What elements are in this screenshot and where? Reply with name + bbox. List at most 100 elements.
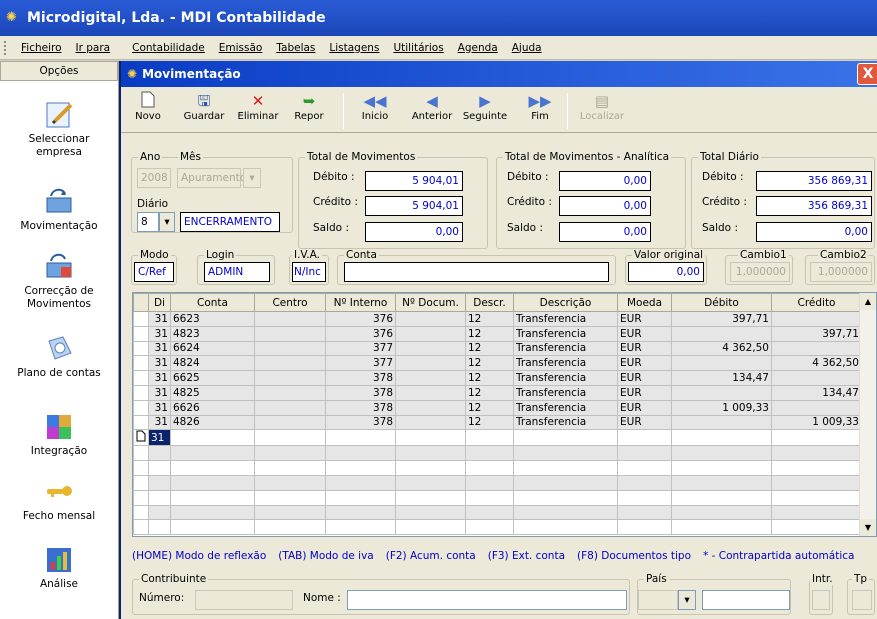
cell-descr[interactable]: 12 — [465, 384, 514, 401]
grid-cell[interactable] — [170, 429, 255, 447]
col-header-centro[interactable]: Centro — [254, 293, 326, 312]
pais-select[interactable] — [638, 590, 678, 610]
cell-moeda[interactable]: EUR — [617, 414, 672, 431]
grid-cell[interactable] — [617, 429, 672, 447]
cell-moeda[interactable]: EUR — [617, 399, 672, 416]
grid-cell[interactable] — [148, 474, 171, 491]
diario-dropdown-icon[interactable]: ▾ — [159, 212, 175, 232]
cell-n-docum[interactable] — [395, 414, 466, 431]
grid-cell[interactable] — [465, 460, 514, 476]
last-button[interactable]: ▶▶ Fim — [523, 91, 557, 122]
grid-cell[interactable] — [465, 504, 514, 521]
cell-n-interno[interactable]: 378 — [325, 414, 396, 431]
empty-row[interactable] — [133, 489, 862, 506]
grid-cell[interactable] — [513, 445, 618, 462]
grid-cell[interactable] — [395, 519, 466, 536]
cell-descricao[interactable]: Transferencia — [513, 311, 618, 327]
close-icon[interactable]: X — [857, 63, 877, 85]
iva-field[interactable]: N/Inc — [292, 262, 326, 282]
table-row[interactable]: 31 6623 376 12 Transferencia EUR 397,71 — [133, 311, 862, 327]
grid-cell[interactable] — [671, 489, 772, 506]
tp-field[interactable] — [852, 590, 872, 610]
table-row[interactable]: 31 4823 376 12 Transferencia EUR 397,71 — [133, 325, 862, 342]
grid-cell[interactable] — [170, 489, 255, 506]
col-header-descr[interactable]: Descr. — [465, 293, 514, 312]
nome-field[interactable] — [347, 590, 627, 610]
cell-descr[interactable]: 12 — [465, 399, 514, 416]
grid-cell[interactable] — [617, 489, 672, 506]
next-button[interactable]: ▶ Seguinte — [459, 91, 511, 122]
cell-credito[interactable] — [771, 311, 862, 327]
table-row[interactable]: 31 6625 378 12 Transferencia EUR 134,47 — [133, 370, 862, 386]
cell-descr[interactable]: 12 — [465, 370, 514, 386]
previous-button[interactable]: ◀ Anterior — [407, 91, 457, 122]
table-row[interactable]: 31 6626 378 12 Transferencia EUR 1 009,33 — [133, 399, 862, 416]
find-button[interactable]: ▤ Localizar — [577, 91, 627, 122]
grid-cell[interactable] — [148, 489, 171, 506]
cell-descricao[interactable]: Transferencia — [513, 414, 618, 431]
cell-conta[interactable]: 4823 — [170, 325, 255, 342]
grid-cell[interactable] — [465, 445, 514, 462]
cell-n-docum[interactable] — [395, 384, 466, 401]
scroll-down-icon[interactable]: ▼ — [860, 519, 876, 536]
grid-cell[interactable] — [513, 504, 618, 521]
pais-dropdown-icon[interactable]: ▾ — [678, 590, 696, 610]
cell-di[interactable]: 31 — [148, 414, 171, 431]
cell-di[interactable]: 31 — [148, 399, 171, 416]
sidebar-item-movimentacao[interactable]: Movimentação — [0, 186, 118, 232]
grid-cell[interactable] — [617, 504, 672, 521]
cell-di[interactable]: 31 — [148, 325, 171, 342]
cell-descr[interactable]: 12 — [465, 311, 514, 327]
cell-moeda[interactable]: EUR — [617, 325, 672, 342]
empty-row[interactable] — [133, 504, 862, 521]
cell-conta[interactable]: 4826 — [170, 414, 255, 431]
grid-cell[interactable] — [395, 474, 466, 491]
grid-cell[interactable] — [771, 519, 862, 536]
grid-cell[interactable] — [771, 460, 862, 476]
cell-descricao[interactable]: Transferencia — [513, 355, 618, 372]
grid-cell[interactable] — [254, 504, 326, 521]
menu-ficheiro[interactable]: Ficheiro — [14, 42, 69, 54]
cell-credito[interactable]: 4 362,50 — [771, 355, 862, 372]
grid-cell[interactable] — [325, 445, 396, 462]
menu-listagens[interactable]: Listagens — [322, 42, 386, 54]
grid-cell[interactable] — [254, 460, 326, 476]
cell-n-docum[interactable] — [395, 355, 466, 372]
cell-conta[interactable]: 6623 — [170, 311, 255, 327]
grid-cell[interactable] — [325, 504, 396, 521]
cell-debito[interactable]: 4 362,50 — [671, 340, 772, 357]
cell-conta[interactable]: 6624 — [170, 340, 255, 357]
grid-cell[interactable] — [671, 429, 772, 447]
grid-scrollbar[interactable]: ▲ ▼ — [859, 293, 876, 536]
grid-cell[interactable] — [513, 429, 618, 447]
menu-ir-para[interactable]: Ir para — [69, 42, 118, 54]
grid-cell[interactable] — [617, 474, 672, 491]
cell-n-interno[interactable]: 377 — [325, 340, 396, 357]
cell-n-docum[interactable] — [395, 370, 466, 386]
col-header-n-docum[interactable]: Nº Docum. — [395, 293, 466, 312]
table-row[interactable]: 31 4824 377 12 Transferencia EUR 4 362,50 — [133, 355, 862, 372]
col-header-credito[interactable]: Crédito — [771, 293, 862, 312]
col-header-di[interactable]: Di — [148, 293, 171, 312]
cambio1-field[interactable]: 1,000000 — [730, 262, 790, 282]
sidebar-item-integracao[interactable]: Integração — [0, 411, 118, 457]
cell-debito[interactable] — [671, 414, 772, 431]
cell-descricao[interactable]: Transferencia — [513, 340, 618, 357]
cell-n-interno[interactable]: 378 — [325, 399, 396, 416]
repor-button[interactable]: ➥ Repor — [289, 91, 329, 122]
grid-cell[interactable] — [170, 460, 255, 476]
cell-moeda[interactable]: EUR — [617, 384, 672, 401]
empty-row[interactable] — [133, 474, 862, 491]
cell-descr[interactable]: 12 — [465, 325, 514, 342]
cell-di[interactable]: 31 — [148, 384, 171, 401]
grid-cell[interactable] — [513, 489, 618, 506]
conta-field[interactable] — [344, 262, 609, 282]
cell-n-interno[interactable]: 378 — [325, 370, 396, 386]
grid-cell[interactable] — [671, 504, 772, 521]
cell-credito[interactable]: 134,47 — [771, 384, 862, 401]
grid-cell[interactable] — [395, 504, 466, 521]
col-header-moeda[interactable]: Moeda — [617, 293, 672, 312]
col-header-debito[interactable]: Débito — [671, 293, 772, 312]
grid-cell[interactable] — [395, 445, 466, 462]
new-row-day[interactable]: 31 — [148, 429, 171, 447]
